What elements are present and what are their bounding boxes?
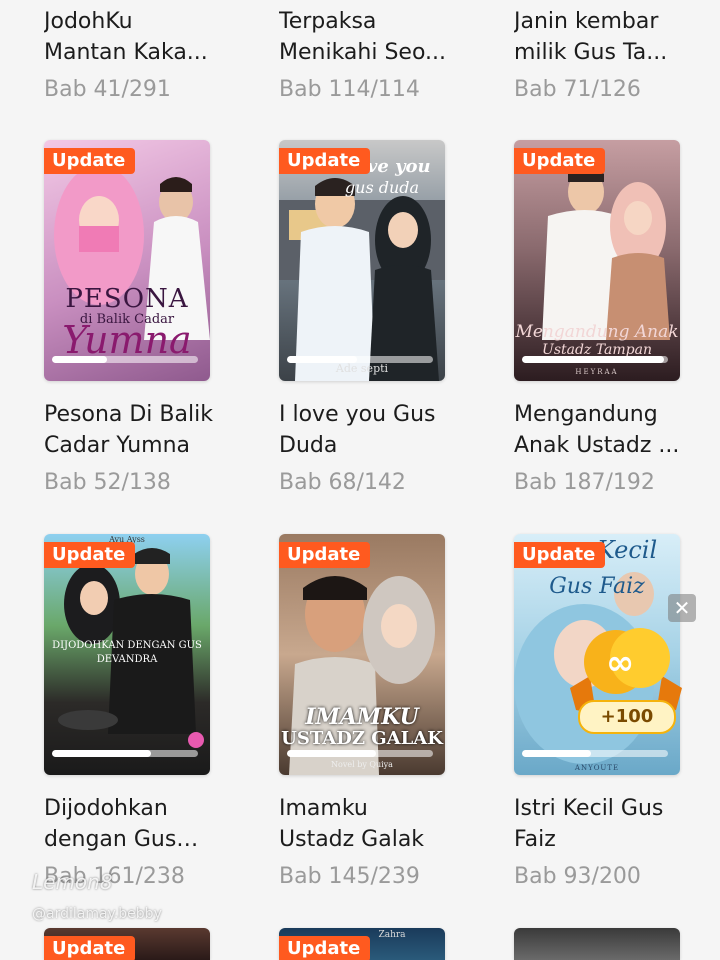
update-badge: Update [514,542,606,578]
book-chapter: Bab 114/114 [279,77,420,102]
cover-title: IMAMKU [305,704,419,730]
cover-author: Novel by Quiya [331,760,393,769]
book-title: Dijodohkan dengan Gus D... [44,796,177,852]
book-cover-row3-0[interactable]: Update [44,928,210,960]
book-title: JodohKu Mantan Kaka... [44,9,208,65]
cover-subtitle: DEVANDRA [96,654,158,665]
book-item-1-1[interactable]: I love you Gus Duda Bab 68/142 [279,399,449,495]
book-item-0-2[interactable]: Janin kembar milik Gus Ta... Bab 71/126 [514,6,684,102]
book-cover-pesona[interactable]: PESONA di Balik Cadar Yumna Update [44,140,210,381]
svg-text:∞: ∞ [606,643,634,683]
book-cover-row3-2[interactable] [514,928,680,960]
book-chapter: Bab 187/192 [514,470,655,495]
update-badge: Update [44,542,136,578]
close-icon[interactable]: ✕ [668,594,696,622]
book-cover-imamku[interactable]: IMAMKU USTADZ GALAK Novel by Quiya Updat… [279,534,445,775]
book-title: Imamku Ustadz Galak [279,796,425,852]
cover-subtitle: gus duda [344,178,420,197]
cover-subtitle: Gus Faiz [549,574,645,599]
book-chapter: Bab 145/239 [279,864,420,889]
book-title: Terpaksa Menikahi Seo... [279,9,447,65]
cover-author: HEYRAA [575,368,619,376]
read-progress [287,750,433,757]
book-cover-gus-duda[interactable]: I love you gus duda Ade septi Update [279,140,445,381]
book-item-0-1[interactable]: Terpaksa Menikahi Seo... Bab 114/114 [279,6,449,102]
book-cover-mengandung[interactable]: Mengandung Anak Ustadz Tampan HEYRAA Upd… [514,140,680,381]
read-progress [522,750,668,757]
update-badge: Update [279,148,371,184]
update-badge: Update [514,148,606,184]
update-badge: Update [44,148,136,184]
watermark-handle: @ardilamay.bebby [32,906,162,922]
cover-title: Mengandung Anak [515,322,679,342]
book-title: I love you Gus Duda [279,402,436,458]
book-cover-row3-1[interactable]: Zahra Update [279,928,445,960]
book-chapter: Bab 52/138 [44,470,171,495]
read-progress [287,356,433,363]
cover-title: PESONA [65,284,189,314]
cover-author: Ade septi [335,362,389,375]
book-title: Pesona Di Balik Cadar Yumna [44,402,213,458]
book-item-0-0[interactable]: JodohKu Mantan Kaka... Bab 41/291 [44,6,214,102]
book-chapter: Bab 41/291 [44,77,171,102]
update-badge: Update [279,542,371,578]
book-chapter: Bab 71/126 [514,77,641,102]
book-title: Istri Kecil Gus Faiz [514,796,664,852]
cover-title: DIJODOHKAN DENGAN GUS [52,640,202,651]
book-item-2-2[interactable]: Istri Kecil Gus Faiz Bab 93/200 [514,793,684,889]
read-progress [52,750,198,757]
book-item-1-2[interactable]: Mengandung Anak Ustadz ... Bab 187/192 [514,399,684,495]
cover-author: ANYOUTE [574,764,620,772]
book-grid: JodohKu Mantan Kaka... Bab 41/291 Terpak… [0,0,720,960]
reward-amount[interactable]: +100 [578,700,676,734]
book-cover-dijodohkan[interactable]: Ayu Ayss DIJODOHKAN DENGAN GUS DEVANDRA … [44,534,210,775]
book-title: Janin kembar milik Gus Ta... [514,9,668,65]
read-progress [522,356,668,363]
watermark-logo: Lemon8 [32,870,113,894]
update-badge: Update [44,936,136,960]
book-item-2-1[interactable]: Imamku Ustadz Galak Bab 145/239 [279,793,449,889]
read-progress [52,356,198,363]
cover-subtitle: USTADZ GALAK [281,728,443,749]
book-chapter: Bab 93/200 [514,864,641,889]
book-chapter: Bab 68/142 [279,470,406,495]
book-title: Mengandung Anak Ustadz ... [514,402,680,458]
update-badge: Update [279,936,371,960]
book-item-1-0[interactable]: Pesona Di Balik Cadar Yumna Bab 52/138 [44,399,214,495]
